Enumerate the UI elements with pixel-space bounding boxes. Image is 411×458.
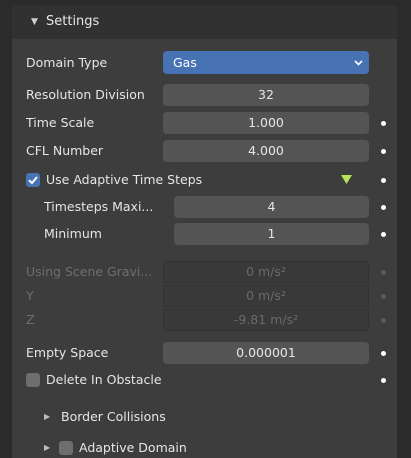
timesteps-minimum-field[interactable]: 1 <box>174 223 369 245</box>
keyframe-dot-icon <box>381 270 386 275</box>
empty-space-label: Empty Space <box>26 345 109 360</box>
timesteps-maximum-field[interactable]: 4 <box>174 196 369 218</box>
border-collisions-label: Border Collisions <box>61 409 166 424</box>
settings-panel-header[interactable]: ▼ Settings <box>12 6 397 39</box>
checkmark-icon <box>28 176 38 185</box>
resolution-division-field[interactable]: 32 <box>163 84 369 106</box>
keyframe-dot-icon[interactable] <box>381 378 386 383</box>
time-scale-label: Time Scale <box>26 115 95 130</box>
adaptive-domain-subpanel-header[interactable]: ▶ Adaptive Domain <box>12 436 397 458</box>
keyframe-dot-icon[interactable] <box>381 121 386 126</box>
triangle-right-icon: ▶ <box>44 412 51 421</box>
border-collisions-subpanel-header[interactable]: ▶ Border Collisions <box>12 405 397 429</box>
keyframe-dot-icon[interactable] <box>381 205 386 210</box>
time-scale-field[interactable]: 1.000 <box>163 112 369 134</box>
use-adaptive-time-steps-checkbox[interactable] <box>26 173 40 187</box>
domain-type-dropdown[interactable]: Gas <box>163 51 369 74</box>
use-adaptive-time-steps-label: Use Adaptive Time Steps <box>46 172 203 187</box>
settings-panel: ▼ Settings Domain Type Gas Resolution Di… <box>12 6 397 458</box>
green-triangle-icon[interactable] <box>341 175 352 185</box>
timesteps-minimum-label: Minimum <box>44 226 102 241</box>
resolution-division-label: Resolution Division <box>26 87 145 102</box>
panel-title: Settings <box>46 14 100 29</box>
gravity-x-label: Using Scene Gravi... <box>26 264 153 279</box>
gravity-y-field: 0 m/s² <box>163 285 369 307</box>
gravity-z-label: Z <box>26 312 35 327</box>
gravity-z-field: -9.81 m/s² <box>163 309 369 331</box>
keyframe-dot-icon <box>381 294 386 299</box>
keyframe-dot-icon <box>381 318 386 323</box>
adaptive-domain-label: Adaptive Domain <box>79 440 187 455</box>
domain-type-value: Gas <box>173 55 197 70</box>
collapse-triangle-icon[interactable]: ▼ <box>31 17 38 27</box>
keyframe-dot-icon[interactable] <box>381 232 386 237</box>
gravity-y-label: Y <box>26 288 34 303</box>
gravity-x-field: 0 m/s² <box>163 261 369 283</box>
cfl-number-label: CFL Number <box>26 143 104 158</box>
empty-space-field[interactable]: 0.000001 <box>163 342 369 364</box>
keyframe-dot-icon[interactable] <box>381 178 386 183</box>
keyframe-dot-icon[interactable] <box>381 351 386 356</box>
triangle-right-icon: ▶ <box>44 443 51 452</box>
adaptive-domain-checkbox[interactable] <box>59 441 73 455</box>
timesteps-maximum-label: Timesteps Maxi... <box>44 199 154 214</box>
cfl-number-field[interactable]: 4.000 <box>163 140 369 162</box>
keyframe-dot-icon[interactable] <box>381 149 386 154</box>
domain-type-label: Domain Type <box>26 55 108 70</box>
delete-in-obstacle-checkbox[interactable] <box>26 373 40 387</box>
delete-in-obstacle-label: Delete In Obstacle <box>46 372 162 387</box>
chevron-down-icon <box>354 60 363 66</box>
